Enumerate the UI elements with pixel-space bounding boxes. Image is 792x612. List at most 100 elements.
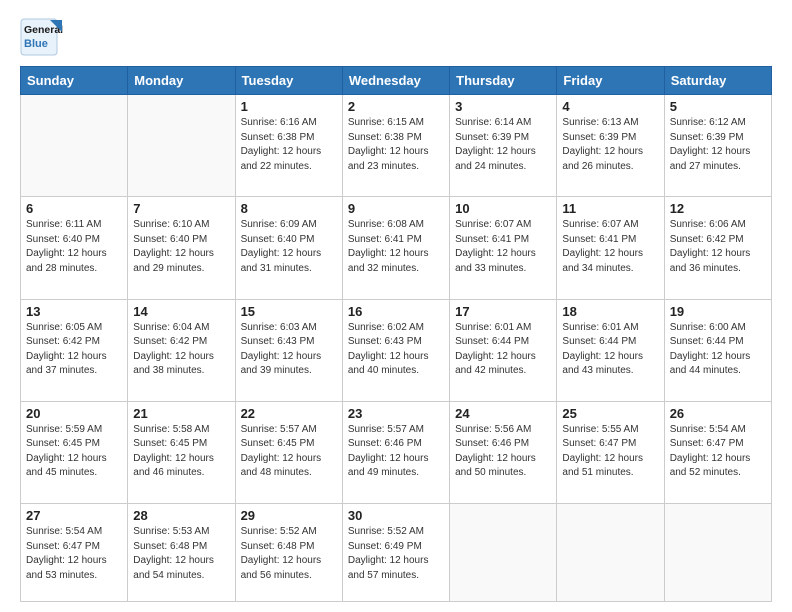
day-number: 13 [26, 304, 122, 319]
calendar-cell: 17 Sunrise: 6:01 AM Sunset: 6:44 PM Dayli… [450, 299, 557, 401]
day-info: Sunrise: 6:11 AM Sunset: 6:40 PM Dayligh… [26, 218, 122, 276]
day-info: Sunrise: 6:16 AM Sunset: 6:38 PM Dayligh… [241, 116, 337, 174]
day-info: Sunrise: 5:54 AM Sunset: 6:47 PM Dayligh… [670, 423, 766, 481]
day-info: Sunrise: 5:52 AM Sunset: 6:49 PM Dayligh… [348, 525, 444, 583]
weekday-header-row: SundayMondayTuesdayWednesdayThursdayFrid… [21, 67, 772, 95]
day-info: Sunrise: 5:57 AM Sunset: 6:46 PM Dayligh… [348, 423, 444, 481]
weekday-header-tuesday: Tuesday [235, 67, 342, 95]
calendar-week-2: 13Sunrise: 6:05 AM Sunset: 6:42 PM Dayli… [21, 299, 772, 401]
day-number: 19 [670, 304, 766, 319]
calendar-cell: 20 Sunrise: 5:59 AM Sunset: 6:45 PM Dayli… [21, 401, 128, 503]
calendar-cell: 16Sunrise: 6:02 AM Sunset: 6:43 PM Dayli… [342, 299, 449, 401]
day-number: 7 [133, 201, 229, 216]
logo-svg: General Blue [20, 18, 64, 56]
day-number: 20 [26, 406, 122, 421]
day-number: 28 [133, 508, 229, 523]
day-number: 8 [241, 201, 337, 216]
calendar-cell: 5 Sunrise: 6:12 AM Sunset: 6:39 PM Daylig… [664, 95, 771, 197]
day-info: Sunrise: 6:09 AM Sunset: 6:40 PM Dayligh… [241, 218, 337, 276]
day-info: Sunrise: 6:13 AM Sunset: 6:39 PM Dayligh… [562, 116, 658, 174]
calendar-cell: 12 Sunrise: 6:06 AM Sunset: 6:42 PM Dayli… [664, 197, 771, 299]
day-number: 14 [133, 304, 229, 319]
day-number: 3 [455, 99, 551, 114]
calendar-cell [450, 504, 557, 602]
calendar-week-1: 6Sunrise: 6:11 AM Sunset: 6:40 PM Daylig… [21, 197, 772, 299]
day-info: Sunrise: 5:58 AM Sunset: 6:45 PM Dayligh… [133, 423, 229, 481]
day-info: Sunrise: 6:07 AM Sunset: 6:41 PM Dayligh… [562, 218, 658, 276]
day-info: Sunrise: 6:01 AM Sunset: 6:44 PM Dayligh… [455, 321, 551, 379]
calendar-week-4: 27 Sunrise: 5:54 AM Sunset: 6:47 PM Dayli… [21, 504, 772, 602]
day-number: 25 [562, 406, 658, 421]
day-number: 5 [670, 99, 766, 114]
day-number: 11 [562, 201, 658, 216]
calendar-cell: 3 Sunrise: 6:14 AM Sunset: 6:39 PM Daylig… [450, 95, 557, 197]
day-info: Sunrise: 5:54 AM Sunset: 6:47 PM Dayligh… [26, 525, 122, 583]
calendar-cell [557, 504, 664, 602]
weekday-header-monday: Monday [128, 67, 235, 95]
calendar-cell: 27 Sunrise: 5:54 AM Sunset: 6:47 PM Dayli… [21, 504, 128, 602]
day-info: Sunrise: 6:08 AM Sunset: 6:41 PM Dayligh… [348, 218, 444, 276]
calendar-cell: 1 Sunrise: 6:16 AM Sunset: 6:38 PM Daylig… [235, 95, 342, 197]
day-info: Sunrise: 6:02 AM Sunset: 6:43 PM Dayligh… [348, 321, 444, 379]
svg-text:Blue: Blue [24, 38, 48, 50]
weekday-header-sunday: Sunday [21, 67, 128, 95]
calendar-cell: 6Sunrise: 6:11 AM Sunset: 6:40 PM Daylig… [21, 197, 128, 299]
day-info: Sunrise: 6:03 AM Sunset: 6:43 PM Dayligh… [241, 321, 337, 379]
calendar-cell [128, 95, 235, 197]
day-number: 26 [670, 406, 766, 421]
calendar-cell: 26 Sunrise: 5:54 AM Sunset: 6:47 PM Dayli… [664, 401, 771, 503]
day-number: 4 [562, 99, 658, 114]
calendar-cell: 23 Sunrise: 5:57 AM Sunset: 6:46 PM Dayli… [342, 401, 449, 503]
calendar-cell: 22 Sunrise: 5:57 AM Sunset: 6:45 PM Dayli… [235, 401, 342, 503]
calendar-cell: 10 Sunrise: 6:07 AM Sunset: 6:41 PM Dayli… [450, 197, 557, 299]
day-number: 18 [562, 304, 658, 319]
weekday-header-wednesday: Wednesday [342, 67, 449, 95]
day-info: Sunrise: 6:06 AM Sunset: 6:42 PM Dayligh… [670, 218, 766, 276]
day-number: 12 [670, 201, 766, 216]
day-info: Sunrise: 5:55 AM Sunset: 6:47 PM Dayligh… [562, 423, 658, 481]
calendar-cell: 19 Sunrise: 6:00 AM Sunset: 6:44 PM Dayli… [664, 299, 771, 401]
day-number: 17 [455, 304, 551, 319]
day-number: 29 [241, 508, 337, 523]
day-number: 22 [241, 406, 337, 421]
calendar-cell: 14Sunrise: 6:04 AM Sunset: 6:42 PM Dayli… [128, 299, 235, 401]
day-info: Sunrise: 5:53 AM Sunset: 6:48 PM Dayligh… [133, 525, 229, 583]
calendar-cell: 21 Sunrise: 5:58 AM Sunset: 6:45 PM Dayli… [128, 401, 235, 503]
day-number: 23 [348, 406, 444, 421]
day-number: 30 [348, 508, 444, 523]
calendar-cell: 11 Sunrise: 6:07 AM Sunset: 6:41 PM Dayli… [557, 197, 664, 299]
calendar-cell: 28 Sunrise: 5:53 AM Sunset: 6:48 PM Dayli… [128, 504, 235, 602]
day-info: Sunrise: 5:59 AM Sunset: 6:45 PM Dayligh… [26, 423, 122, 481]
day-number: 10 [455, 201, 551, 216]
day-info: Sunrise: 6:10 AM Sunset: 6:40 PM Dayligh… [133, 218, 229, 276]
calendar-cell: 29 Sunrise: 5:52 AM Sunset: 6:48 PM Dayli… [235, 504, 342, 602]
calendar-cell: 7 Sunrise: 6:10 AM Sunset: 6:40 PM Daylig… [128, 197, 235, 299]
day-info: Sunrise: 6:00 AM Sunset: 6:44 PM Dayligh… [670, 321, 766, 379]
calendar-cell: 24 Sunrise: 5:56 AM Sunset: 6:46 PM Dayli… [450, 401, 557, 503]
day-info: Sunrise: 6:15 AM Sunset: 6:38 PM Dayligh… [348, 116, 444, 174]
day-number: 24 [455, 406, 551, 421]
calendar-cell: 2Sunrise: 6:15 AM Sunset: 6:38 PM Daylig… [342, 95, 449, 197]
weekday-header-saturday: Saturday [664, 67, 771, 95]
day-info: Sunrise: 6:14 AM Sunset: 6:39 PM Dayligh… [455, 116, 551, 174]
day-number: 21 [133, 406, 229, 421]
calendar-week-0: 1 Sunrise: 6:16 AM Sunset: 6:38 PM Daylig… [21, 95, 772, 197]
day-number: 27 [26, 508, 122, 523]
day-info: Sunrise: 5:52 AM Sunset: 6:48 PM Dayligh… [241, 525, 337, 583]
day-info: Sunrise: 5:57 AM Sunset: 6:45 PM Dayligh… [241, 423, 337, 481]
calendar-cell: 25 Sunrise: 5:55 AM Sunset: 6:47 PM Dayli… [557, 401, 664, 503]
day-info: Sunrise: 6:12 AM Sunset: 6:39 PM Dayligh… [670, 116, 766, 174]
calendar-cell: 8 Sunrise: 6:09 AM Sunset: 6:40 PM Daylig… [235, 197, 342, 299]
logo: General Blue [20, 18, 64, 56]
day-info: Sunrise: 6:07 AM Sunset: 6:41 PM Dayligh… [455, 218, 551, 276]
header: General Blue [20, 18, 772, 56]
page: General Blue SundayMondayTuesdayWednesda… [0, 0, 792, 612]
calendar-table: SundayMondayTuesdayWednesdayThursdayFrid… [20, 66, 772, 602]
day-number: 9 [348, 201, 444, 216]
day-number: 1 [241, 99, 337, 114]
day-info: Sunrise: 5:56 AM Sunset: 6:46 PM Dayligh… [455, 423, 551, 481]
calendar-cell: 18Sunrise: 6:01 AM Sunset: 6:44 PM Dayli… [557, 299, 664, 401]
day-number: 15 [241, 304, 337, 319]
weekday-header-friday: Friday [557, 67, 664, 95]
calendar-week-3: 20 Sunrise: 5:59 AM Sunset: 6:45 PM Dayli… [21, 401, 772, 503]
